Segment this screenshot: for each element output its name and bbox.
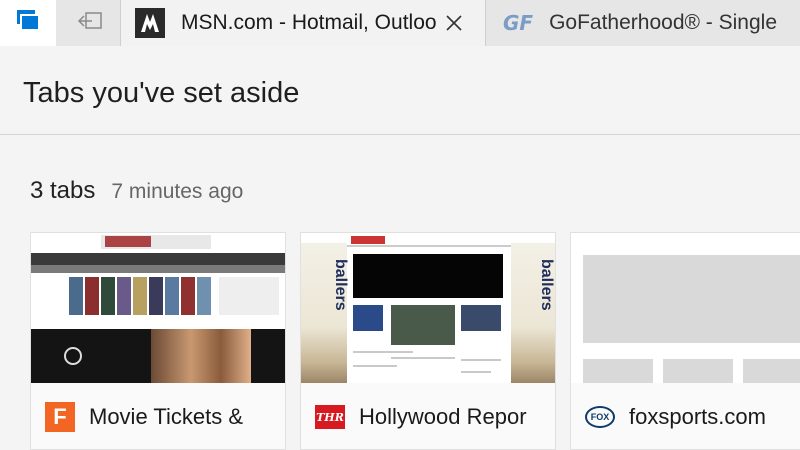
ad-text: ballers <box>538 259 555 311</box>
tab-group-header[interactable]: 3 tabs 7 minutes ago <box>30 177 243 205</box>
card-label: foxsports.com <box>629 404 766 429</box>
divider <box>0 134 800 135</box>
thr-favicon: THR <box>315 402 345 432</box>
tab-thumbnail: ballers ballers <box>301 233 555 383</box>
set-tabs-aside-icon <box>77 10 103 37</box>
active-tab-title: MSN.com - Hotmail, Outlook, Skype, Bing <box>181 11 437 34</box>
msn-favicon <box>135 8 165 38</box>
card-footer: F Movie Tickets & <box>31 383 285 449</box>
tab-gofatherhood[interactable]: GF GoFatherhood® - Single <box>487 0 800 46</box>
tabs-aside-button[interactable] <box>0 0 56 46</box>
set-tabs-aside-button[interactable] <box>62 0 118 46</box>
tab-group-count: 3 tabs <box>30 177 96 204</box>
gofatherhood-favicon: GF <box>503 11 534 35</box>
aside-tab-card-foxsports[interactable]: FOX foxsports.com <box>570 232 800 450</box>
ad-text: ballers <box>332 259 349 311</box>
card-footer: FOX foxsports.com <box>571 383 800 449</box>
tab-thumbnail <box>31 233 285 383</box>
tabs-aside-icon <box>15 8 41 39</box>
card-footer: THR Hollywood Repor <box>301 383 555 449</box>
inactive-tab-title: GoFatherhood® - Single <box>549 11 778 34</box>
aside-tab-card-hollywood-reporter[interactable]: ballers ballers THR Hollywood Repor <box>300 232 556 450</box>
tab-group-time: 7 minutes ago <box>111 180 244 203</box>
tab-strip: MSN.com - Hotmail, Outlook, Skype, Bing … <box>0 0 800 46</box>
tab-msn[interactable]: MSN.com - Hotmail, Outlook, Skype, Bing <box>120 0 486 46</box>
card-label: Hollywood Repor <box>359 404 527 429</box>
tabs-aside-panel: Tabs you've set aside 3 tabs 7 minutes a… <box>0 46 800 450</box>
close-icon[interactable] <box>441 10 467 36</box>
card-label: Movie Tickets & <box>89 404 244 429</box>
tab-thumbnail <box>571 233 800 383</box>
fox-favicon: FOX <box>585 402 615 432</box>
fandango-favicon: F <box>45 402 75 432</box>
aside-tab-card-movie-tickets[interactable]: F Movie Tickets & <box>30 232 286 450</box>
panel-title: Tabs you've set aside <box>23 77 300 109</box>
